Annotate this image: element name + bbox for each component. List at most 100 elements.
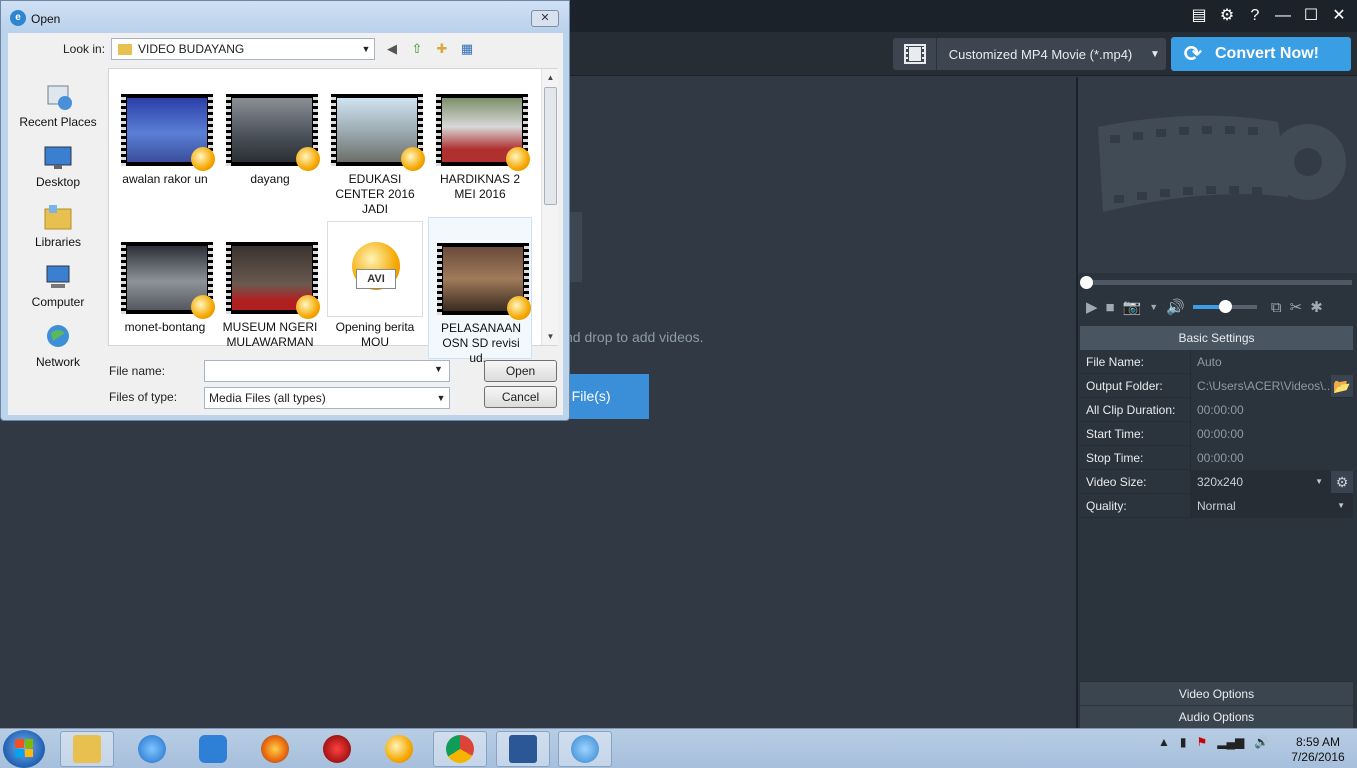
up-folder-icon[interactable]: ⇧ [408, 40, 426, 58]
battery-icon[interactable]: ▮ [1180, 735, 1187, 749]
seek-handle[interactable] [1080, 276, 1093, 289]
file-name: Opening berita MOU [335, 320, 415, 349]
chevron-down-icon[interactable]: ▼ [1149, 302, 1158, 312]
setting-label: File Name: [1086, 354, 1145, 369]
taskbar-media-player[interactable] [372, 731, 426, 767]
look-in-value: VIDEO BUDAYANG [138, 42, 245, 56]
red-app-icon [323, 735, 351, 763]
place-recent-places[interactable]: Recent Places [14, 71, 102, 131]
window-buttons: ▤ ⚙ ? — ☐ ✕ [1187, 4, 1351, 28]
file-item-selected[interactable]: PELASANAAN OSN SD revisi ud... [428, 217, 532, 365]
place-label: Computer [31, 295, 85, 309]
stop-icon[interactable]: ■ [1106, 299, 1115, 316]
file-item[interactable]: EDUKASI CENTER 2016 JADI [323, 69, 427, 216]
dialog-close-button[interactable]: ✕ [531, 10, 559, 27]
setting-label: Output Folder: [1086, 378, 1163, 393]
place-desktop[interactable]: Desktop [14, 131, 102, 191]
taskbar-internet-explorer[interactable] [125, 731, 179, 767]
media-player-icon [507, 296, 531, 320]
dialog-titlebar[interactable]: e Open ✕ [1, 1, 569, 33]
open-button[interactable]: Open [484, 360, 557, 382]
taskbar-firefox[interactable] [248, 731, 302, 767]
folder-open-icon[interactable]: 📂 [1331, 374, 1353, 397]
volume-slider[interactable] [1192, 300, 1257, 313]
view-menu-icon[interactable]: ▦ [458, 40, 476, 58]
file-item[interactable]: AVI Opening berita MOU [327, 221, 431, 363]
play-icon[interactable]: ▶ [1086, 298, 1098, 316]
snapshot-icon[interactable]: 📷 [1123, 298, 1142, 316]
effects-icon[interactable]: ✱ [1310, 298, 1323, 316]
media-player-icon [401, 147, 425, 171]
chevron-down-icon: ▼ [1315, 476, 1323, 486]
taskbar-app-red[interactable] [310, 731, 364, 767]
volume-icon[interactable]: 🔊 [1166, 298, 1185, 316]
file-name-field[interactable]: Auto [1190, 349, 1353, 374]
film-icon [893, 38, 937, 70]
scroll-down-icon[interactable]: ▼ [542, 328, 559, 345]
start-button[interactable] [3, 730, 45, 768]
show-hidden-icons-icon[interactable]: ▲ [1158, 735, 1170, 749]
help-icon[interactable]: ? [1243, 4, 1267, 28]
video-options-button[interactable]: Video Options [1080, 681, 1353, 705]
setting-label: Stop Time: [1086, 450, 1144, 465]
settings-table: File Name: Auto Output Folder: C:\Users\… [1080, 349, 1353, 518]
speaker-icon[interactable]: 🔊 [1254, 735, 1269, 749]
file-item[interactable]: MUSEUM NGERI MULAWARMAN [218, 217, 322, 359]
file-item[interactable]: HARDIKNAS 2 MEI 2016 [428, 69, 532, 211]
setting-label: Start Time: [1086, 426, 1145, 441]
back-icon[interactable]: ◀ [383, 40, 401, 58]
taskbar-converter[interactable] [558, 731, 612, 767]
taskbar-chrome[interactable] [433, 731, 487, 767]
scissors-icon[interactable]: ✂ [1290, 298, 1303, 316]
seek-bar[interactable] [1086, 280, 1352, 285]
minimize-icon[interactable]: — [1271, 4, 1295, 28]
stop-time-field[interactable]: 00:00:00 [1190, 445, 1353, 470]
network-icon [43, 323, 73, 351]
crop-icon[interactable]: ⧉ [1271, 299, 1282, 316]
gear-icon[interactable]: ⚙ [1215, 4, 1239, 28]
place-network[interactable]: Network [14, 311, 102, 371]
audio-options-button[interactable]: Audio Options [1080, 706, 1353, 728]
feedback-icon[interactable]: ▤ [1187, 4, 1211, 28]
file-list-scrollbar[interactable]: ▲ ▼ [541, 69, 558, 345]
file-item[interactable]: dayang [218, 69, 322, 211]
system-tray: ▲ ▮ ⚑ ▂▄▆ 🔊 [1158, 735, 1269, 749]
place-label: Libraries [34, 235, 82, 249]
video-preview [1078, 77, 1357, 273]
signal-icon[interactable]: ▂▄▆ [1217, 735, 1244, 749]
file-item[interactable]: awalan rakor un [113, 69, 217, 211]
open-file-dialog: e Open ✕ Look in: VIDEO BUDAYANG ▼ ◀ ⇧ ✚… [0, 0, 570, 421]
scroll-thumb[interactable] [544, 87, 557, 205]
place-libraries[interactable]: Libraries [14, 191, 102, 251]
maximize-icon[interactable]: ☐ [1299, 4, 1323, 28]
place-computer[interactable]: Computer [14, 251, 102, 311]
scroll-up-icon[interactable]: ▲ [542, 69, 559, 86]
media-player-icon [506, 147, 530, 171]
taskbar-camera-app[interactable] [186, 731, 240, 767]
files-of-type-select[interactable]: Media Files (all types) ▼ [204, 387, 450, 409]
volume-handle[interactable] [1218, 300, 1232, 313]
output-folder-field[interactable]: C:\Users\ACER\Videos\... [1190, 373, 1331, 398]
quality-select[interactable]: Normal ▼ [1190, 493, 1353, 518]
media-player-icon [191, 147, 215, 171]
output-format-select[interactable]: Customized MP4 Movie (*.mp4) ▼ [893, 38, 1166, 70]
new-folder-icon[interactable]: ✚ [433, 40, 451, 58]
basic-settings-header[interactable]: Basic Settings [1080, 326, 1353, 350]
gear-icon[interactable]: ⚙ [1331, 470, 1353, 493]
video-size-select[interactable]: 320x240 ▼ [1190, 469, 1331, 494]
clip-duration-field: 00:00:00 [1190, 397, 1353, 422]
cancel-button[interactable]: Cancel [484, 386, 557, 408]
start-time-field[interactable]: 00:00:00 [1190, 421, 1353, 446]
file-name-input[interactable] [204, 360, 450, 382]
look-in-select[interactable]: VIDEO BUDAYANG ▼ [111, 38, 375, 60]
system-clock[interactable]: 8:59 AM 7/26/2016 [1283, 735, 1353, 765]
file-item[interactable]: monet-bontang [113, 217, 217, 359]
action-center-icon[interactable]: ⚑ [1197, 735, 1208, 749]
chevron-down-icon: ▼ [1150, 48, 1160, 60]
taskbar-explorer[interactable] [60, 731, 114, 767]
file-name: dayang [250, 172, 290, 186]
chevron-down-icon[interactable]: ▼ [434, 364, 443, 374]
close-icon[interactable]: ✕ [1327, 4, 1351, 28]
convert-now-button[interactable]: ⟳ Convert Now! [1171, 37, 1351, 71]
taskbar-word[interactable] [496, 731, 550, 767]
